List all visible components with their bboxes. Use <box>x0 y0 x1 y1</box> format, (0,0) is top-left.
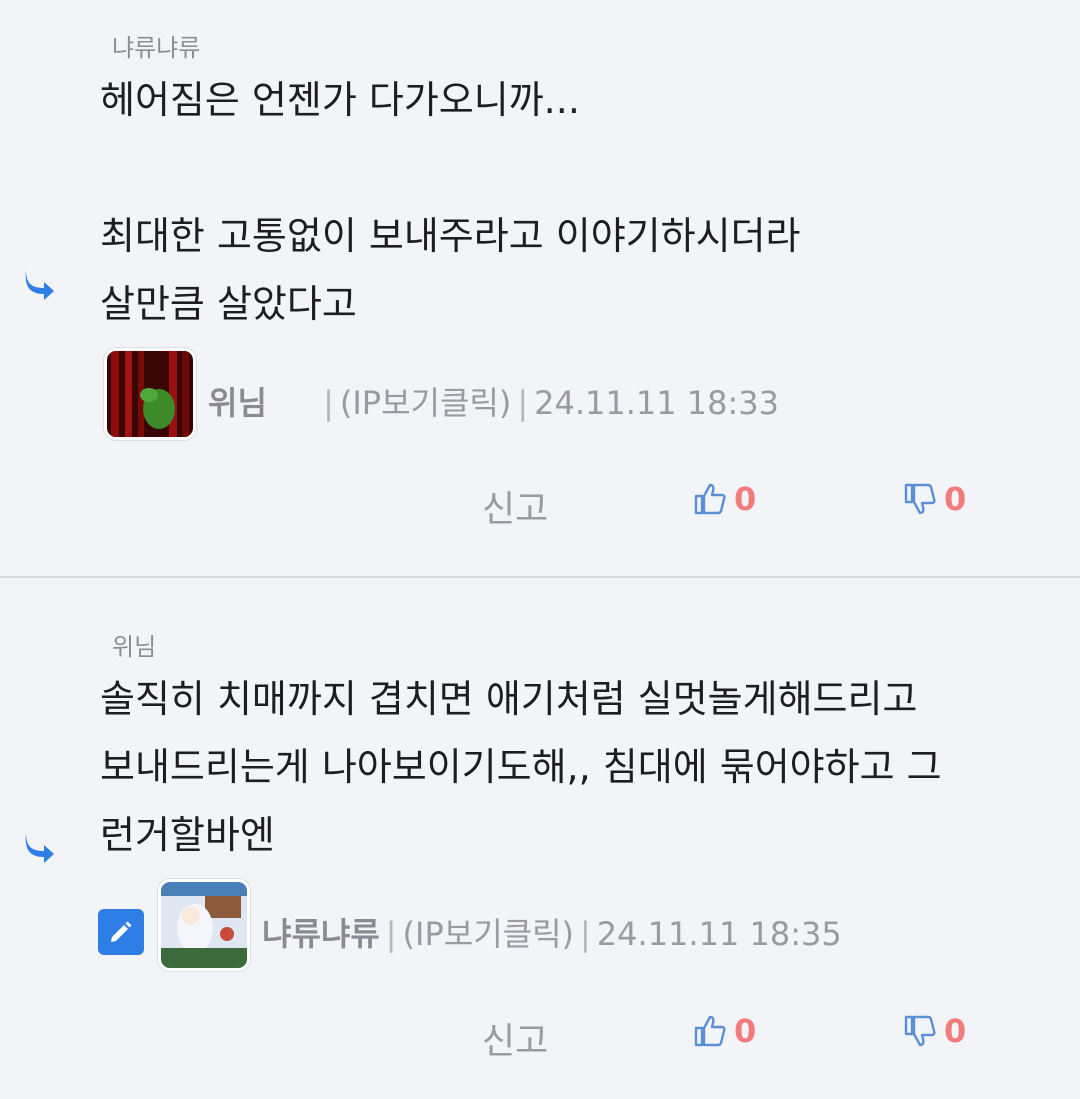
like-button[interactable]: 0 <box>692 1012 756 1050</box>
reply-to-label[interactable]: 위님 <box>112 627 156 662</box>
report-button[interactable]: 신고 <box>482 480 548 532</box>
ip-view-link[interactable]: (IP보기클릭) <box>403 915 574 953</box>
comment-divider <box>0 576 1080 578</box>
avatar[interactable] <box>158 879 250 971</box>
avatar[interactable] <box>104 348 196 440</box>
like-button[interactable]: 0 <box>692 480 756 518</box>
reply-arrow-icon <box>25 270 54 300</box>
comment-item: 냐류냐류 헤어짐은 언젠가 다가오니까... 최대한 고통없이 보내주라고 이야… <box>0 0 1080 577</box>
timestamp: 24.11.11 18:33 <box>534 384 779 422</box>
dislike-button[interactable]: 0 <box>902 1012 966 1050</box>
ip-view-link[interactable]: (IP보기클릭) <box>340 384 511 422</box>
comment-actions: 신고 0 0 <box>0 1006 1080 1066</box>
like-count: 0 <box>734 1012 757 1050</box>
report-button[interactable]: 신고 <box>482 1012 548 1064</box>
reply-arrow-icon <box>25 833 54 863</box>
like-count: 0 <box>734 480 757 518</box>
thumbs-down-icon <box>904 483 936 515</box>
reply-to-label[interactable]: 냐류냐류 <box>112 28 200 63</box>
dislike-button[interactable]: 0 <box>902 480 966 518</box>
comment-meta: 위님 | (IP보기클릭) | 24.11.11 18:33 <box>208 384 779 422</box>
edit-button[interactable] <box>98 909 144 955</box>
comment-body: 솔직히 치매까지 겹치면 애기처럼 실멋놀게해드리고 보내드리는게 나아보이기도… <box>100 677 942 857</box>
comment-item: 위님 솔직히 치매까지 겹치면 애기처럼 실멋놀게해드리고 보내드리는게 나아보… <box>0 579 1080 1099</box>
thumbs-up-icon <box>694 483 726 515</box>
dislike-count: 0 <box>944 1012 967 1050</box>
dislike-count: 0 <box>944 480 967 518</box>
timestamp: 24.11.11 18:35 <box>596 915 842 953</box>
comment-body: 헤어짐은 언젠가 다가오니까... 최대한 고통없이 보내주라고 이야기하시더라… <box>100 78 801 326</box>
thumbs-up-icon <box>694 1015 726 1047</box>
comment-actions: 신고 0 0 <box>0 474 1080 534</box>
author-name[interactable]: 위님 <box>208 384 267 422</box>
author-name[interactable]: 냐류냐류 <box>262 915 380 953</box>
thumbs-down-icon <box>904 1015 936 1047</box>
comment-meta: 냐류냐류 | (IP보기클릭) | 24.11.11 18:35 <box>262 915 842 953</box>
pencil-icon <box>111 921 132 942</box>
